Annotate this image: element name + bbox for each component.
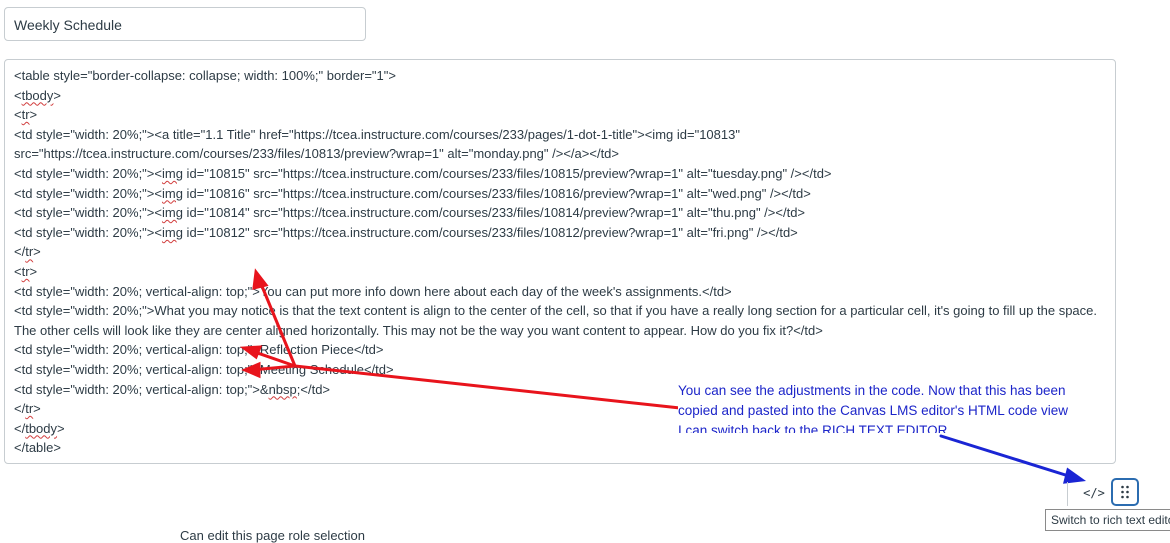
code-text: </ bbox=[14, 420, 26, 436]
code-line: <tbody> bbox=[14, 86, 1106, 106]
code-text: id="10812" src="https://tcea.instructure… bbox=[182, 224, 798, 240]
code-line: </table> bbox=[14, 438, 1106, 458]
misspelled-word: img bbox=[161, 185, 183, 201]
code-text: > bbox=[29, 263, 38, 279]
code-text: id="10816" src="https://tcea.instructure… bbox=[182, 185, 811, 201]
code-text: </ bbox=[14, 244, 26, 260]
misspelled-word: tr bbox=[21, 107, 30, 123]
code-text: <td style="width: 20%; vertical-align: t… bbox=[14, 283, 732, 299]
misspelled-word: tbody bbox=[21, 87, 54, 103]
code-line: src="https://tcea.instructure.com/course… bbox=[14, 144, 1106, 164]
misspelled-word: tr bbox=[21, 263, 30, 279]
toolbar-divider bbox=[1067, 482, 1068, 506]
grip-dots-icon bbox=[1121, 485, 1129, 499]
code-text: < bbox=[14, 107, 22, 123]
annotation-callout: You can see the adjustments in the code.… bbox=[678, 381, 1098, 433]
code-text: </table> bbox=[14, 440, 61, 456]
code-text: <td style="width: 20%; vertical-align: t… bbox=[14, 342, 384, 358]
misspelled-word: tbody bbox=[25, 420, 58, 436]
code-text: src="https://tcea.instructure.com/course… bbox=[14, 146, 620, 162]
code-line: <td style="width: 20%;"><img id="10815" … bbox=[14, 164, 1106, 184]
code-text: <td style="width: 20%;">< bbox=[14, 165, 162, 181]
code-line: <tr> bbox=[14, 105, 1106, 125]
code-text: <td style="width: 20%;">< bbox=[14, 224, 162, 240]
role-selection-label: Can edit this page role selection bbox=[180, 528, 366, 543]
code-text: <td style="width: 20%;">What you may not… bbox=[14, 303, 1097, 338]
code-text: <td style="width: 20%; vertical-align: t… bbox=[14, 381, 269, 397]
code-text: ;</td> bbox=[296, 381, 331, 397]
code-text: id="10814" src="https://tcea.instructure… bbox=[182, 205, 806, 221]
annotation-line: copied and pasted into the Canvas LMS ed… bbox=[678, 403, 1069, 418]
code-text: > bbox=[57, 420, 65, 436]
code-line: <td style="width: 20%; vertical-align: t… bbox=[14, 340, 1106, 360]
misspelled-word: img bbox=[161, 224, 183, 240]
code-text: <td style="width: 20%;">< bbox=[14, 205, 162, 221]
code-line: <td style="width: 20%;"><img id="10812" … bbox=[14, 223, 1106, 243]
code-line: <td style="width: 20%; vertical-align: t… bbox=[14, 282, 1106, 302]
switch-editor-button[interactable] bbox=[1111, 478, 1139, 506]
page-title-input[interactable]: Weekly Schedule bbox=[4, 7, 366, 41]
switch-editor-tooltip: Switch to rich text editor bbox=[1045, 509, 1170, 531]
code-text: > bbox=[53, 87, 61, 103]
code-line: <tr> bbox=[14, 262, 1106, 282]
misspelled-word: tr bbox=[25, 401, 34, 417]
annotation-line: I can switch back to the RICH TEXT EDITO… bbox=[678, 423, 952, 433]
code-text: id="10815" src="https://tcea.instructure… bbox=[182, 165, 832, 181]
code-text: > bbox=[33, 244, 41, 260]
code-text: </ bbox=[14, 401, 26, 417]
code-line: </tr> bbox=[14, 242, 1106, 262]
code-text: > bbox=[33, 401, 41, 417]
html-editor-toggle-button[interactable]: </> bbox=[1079, 480, 1109, 506]
misspelled-word: tr bbox=[25, 244, 34, 260]
code-text: <td style="width: 20%;"><a title="1.1 Ti… bbox=[14, 126, 740, 142]
code-text: > bbox=[29, 107, 38, 123]
code-line: <td style="width: 20%;">What you may not… bbox=[14, 301, 1106, 340]
code-line: <td style="width: 20%;"><img id="10816" … bbox=[14, 184, 1106, 204]
code-text: <td style="width: 20%;">< bbox=[14, 185, 162, 201]
annotation-line: You can see the adjustments in the code.… bbox=[678, 383, 1066, 398]
misspelled-word: img bbox=[161, 205, 183, 221]
misspelled-word: img bbox=[161, 165, 183, 181]
code-text: <table style="border-collapse: collapse;… bbox=[14, 68, 396, 83]
code-text: <td style="width: 20%; vertical-align: t… bbox=[14, 361, 394, 377]
code-text: < bbox=[14, 87, 22, 103]
code-text: < bbox=[14, 263, 22, 279]
misspelled-word: nbsp bbox=[268, 381, 297, 397]
code-line: <td style="width: 20%;"><a title="1.1 Ti… bbox=[14, 125, 1106, 145]
code-line: <table style="border-collapse: collapse;… bbox=[14, 66, 1106, 86]
code-line: <td style="width: 20%;"><img id="10814" … bbox=[14, 203, 1106, 223]
code-line: <td style="width: 20%; vertical-align: t… bbox=[14, 360, 1106, 380]
